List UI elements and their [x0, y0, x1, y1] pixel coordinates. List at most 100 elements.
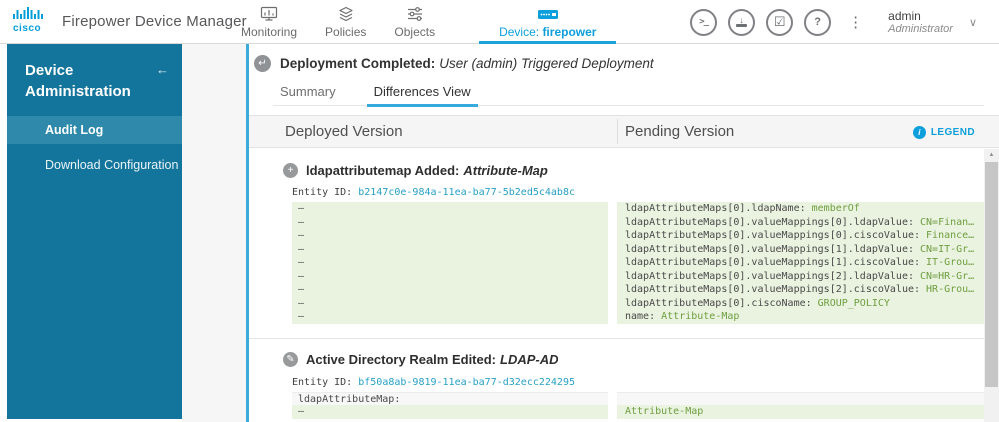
app-title: Firepower Device Manager	[62, 12, 247, 30]
pending-version-cell: ldapAttributeMaps[0].valueMappings[1].ld…	[617, 242, 984, 256]
tab-differences-view[interactable]: Differences View	[366, 84, 478, 107]
cli-console-icon: >_	[699, 17, 709, 27]
user-menu[interactable]: admin Administrator ∨	[888, 9, 977, 36]
svg-text:cisco: cisco	[13, 23, 41, 34]
diff-row: – ldapAttributeMaps[0].valueMappings[2].c…	[292, 283, 984, 297]
diff-row: – ldapAttributeMaps[0].valueMappings[1].c…	[292, 256, 984, 270]
deployed-version-cell: –	[292, 310, 608, 324]
section-title: ldapattributemap Added: Attribute-Map	[306, 162, 548, 178]
sidebar-device-administration: Device Administration ← Audit Log Downlo…	[7, 44, 182, 419]
top-action-buttons: >_ ↓ ☑ ? ⋮ admin Administrator ∨	[690, 0, 977, 44]
sidebar-item-download-configuration[interactable]: Download Configuration	[7, 151, 182, 179]
deploy-button[interactable]: ↓	[728, 8, 756, 36]
deployed-version-cell: –	[292, 296, 608, 310]
device-name: firepower	[542, 25, 597, 39]
version-columns-header: Deployed Version Pending Version i LEGEN…	[249, 115, 999, 148]
pending-version-cell	[617, 391, 984, 405]
pending-version-cell: ldapAttributeMaps[0].valueMappings[0].ld…	[617, 215, 984, 229]
pending-version-cell: Attribute-Map	[617, 405, 984, 419]
pending-version-cell: ldapAttributeMaps[0].valueMappings[0].ci…	[617, 229, 984, 243]
sidebar-item-label: Audit Log	[45, 123, 104, 137]
event-tabs: Summary Differences View	[273, 84, 984, 107]
scrollbar-thumb[interactable]	[985, 162, 998, 387]
cli-console-button[interactable]: >_	[690, 8, 718, 36]
deployed-version-cell: –	[292, 229, 608, 243]
pending-version-cell: ldapAttributeMaps[0].valueMappings[2].ci…	[617, 283, 984, 297]
deploy-icon: ↓	[736, 16, 748, 27]
deployed-version-cell: –	[292, 242, 608, 256]
diff-row: – ldapAttributeMaps[0].valueMappings[0].c…	[292, 229, 984, 243]
diff-row: – name: Attribute-Map	[292, 310, 984, 324]
deployment-event-header: ↵ Deployment Completed: User (admin) Trig…	[254, 52, 654, 74]
monitoring-icon	[260, 6, 278, 21]
column-gutter	[608, 283, 617, 297]
nav-item-objects[interactable]: Objects	[380, 0, 449, 44]
chevron-down-icon: ∨	[968, 16, 977, 29]
deployment-event-icon: ↵	[254, 54, 271, 72]
top-navigation-bar: cisco Firepower Device Manager Monitorin…	[0, 0, 999, 44]
device-icon	[537, 10, 558, 19]
column-gutter	[608, 405, 617, 419]
tasks-button[interactable]: ☑	[766, 8, 794, 36]
nav-item-monitoring[interactable]: Monitoring	[227, 0, 311, 44]
column-gutter	[608, 216, 617, 230]
pending-version-cell: name: Attribute-Map	[617, 310, 984, 324]
diff-section: ✎ Active Directory Realm Edited: LDAP-AD En…	[249, 339, 984, 419]
entity-id-link[interactable]: bf50a8ab-9819-11ea-ba77-d32ecc224295	[358, 377, 575, 388]
tab-summary[interactable]: Summary	[273, 84, 343, 105]
nav-label: Monitoring	[241, 25, 298, 39]
more-options-icon: ⋮	[848, 14, 864, 31]
column-gutter	[608, 310, 617, 324]
policies-icon	[339, 6, 353, 22]
deployed-version-cell: –	[292, 283, 608, 297]
diff-row: – Attribute-Map	[292, 405, 984, 419]
column-gutter	[608, 243, 617, 257]
pending-version-cell: ldapAttributeMaps[0].ldapName: memberOf	[617, 202, 984, 216]
deployed-version-cell: –	[292, 256, 608, 270]
sidebar-title: Device Administration ←	[7, 44, 182, 116]
user-name: admin	[888, 8, 921, 23]
cisco-logo-icon: cisco	[13, 7, 43, 34]
deployed-version-cell: –	[292, 202, 608, 216]
column-gutter	[608, 392, 617, 406]
diff-row: – ldapAttributeMaps[0].ldapName: memberOf	[292, 202, 984, 216]
diff-row: – ldapAttributeMaps[0].valueMappings[0].l…	[292, 215, 984, 230]
nav-label: Policies	[325, 25, 367, 39]
scroll-up-arrow-icon[interactable]: ▲	[984, 149, 999, 161]
section-header: ✎ Active Directory Realm Edited: LDAP-AD	[283, 352, 984, 368]
pending-version-cell: ldapAttributeMaps[0].valueMappings[1].ci…	[617, 256, 984, 270]
nav-label: Objects	[394, 25, 436, 39]
entity-id-link[interactable]: b2147c0e-984a-11ea-ba77-5b2ed5c4ab8c	[358, 187, 575, 198]
objects-icon	[407, 7, 422, 21]
main-nav: Monitoring Policies Objects Device: fire…	[227, 0, 617, 44]
pending-version-cell: ldapAttributeMaps[0].valueMappings[2].ld…	[617, 269, 984, 283]
nav-label: Device: firepower	[499, 25, 597, 39]
legend-button[interactable]: i LEGEND	[912, 116, 975, 149]
deployed-version-cell: ldapAttributeMap:	[292, 391, 608, 405]
vertical-scrollbar[interactable]: ▲	[984, 149, 999, 422]
legend-label: LEGEND	[930, 127, 975, 138]
brand: cisco Firepower Device Manager	[10, 5, 247, 37]
sidebar-item-audit-log[interactable]: Audit Log	[7, 116, 182, 144]
diff-section: + ldapattributemap Added: Attribute-Map Ent…	[249, 149, 984, 324]
section-header: + ldapattributemap Added: Attribute-Map	[283, 162, 984, 178]
added-icon: +	[283, 162, 298, 178]
column-gutter	[608, 270, 617, 284]
pending-version-cell: ldapAttributeMaps[0].ciscoName: GROUP_PO…	[617, 296, 984, 310]
nav-item-policies[interactable]: Policies	[311, 0, 380, 44]
entity-id-row: Entity ID: b2147c0e-984a-11ea-ba77-5b2ed…	[292, 187, 575, 198]
edited-icon: ✎	[283, 352, 298, 367]
legend-icon: i	[912, 126, 926, 139]
column-gutter	[608, 202, 617, 216]
help-button[interactable]: ?	[804, 8, 832, 36]
help-icon: ?	[814, 16, 821, 28]
column-gutter	[608, 229, 617, 243]
column-gutter	[608, 256, 617, 270]
firepower-device-manager-app: cisco Firepower Device Manager Monitorin…	[0, 0, 999, 422]
deployed-version-column-header: Deployed Version	[285, 123, 403, 140]
deployed-version-cell: –	[292, 269, 608, 283]
more-options-button[interactable]: ⋮	[842, 13, 869, 31]
nav-item-device[interactable]: Device: firepower	[479, 0, 617, 44]
diff-row: – ldapAttributeMaps[0].ciscoName: GROUP_P…	[292, 296, 984, 310]
collapse-sidebar-icon[interactable]: ←	[156, 59, 169, 80]
